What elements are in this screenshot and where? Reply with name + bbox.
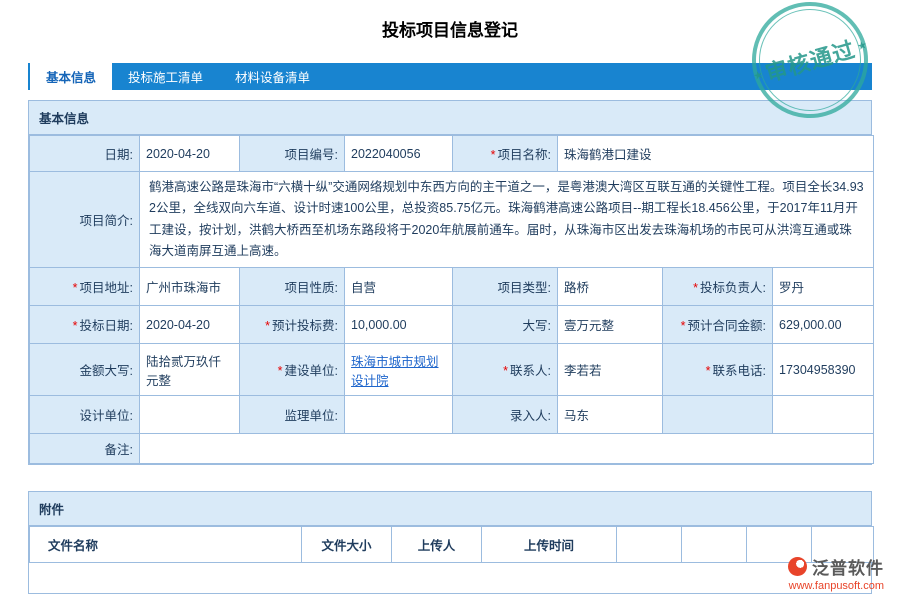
value-project-name: 珠海鹤港口建设: [558, 136, 874, 172]
label-project-nature: 项目性质:: [240, 268, 345, 306]
label-contact-phone: *联系电话:: [663, 344, 773, 396]
label-project-address: *项目地址:: [30, 268, 140, 306]
label-project-name: *项目名称:: [453, 136, 558, 172]
required-mark: *: [491, 148, 496, 162]
label-supervision-unit: 监理单位:: [240, 396, 345, 434]
value-project-summary: 鹤港高速公路是珠海市“六横十纵”交通网络规划中东西方向的主干道之一，是粤港澳大湾…: [140, 172, 874, 268]
label-fee-in-words: 大写:: [453, 306, 558, 344]
vendor-name: 泛普软件: [812, 554, 884, 579]
attachments-empty-row: [30, 563, 874, 593]
label-remark: 备注:: [30, 434, 140, 464]
value-date: 2020-04-20: [140, 136, 240, 172]
value-contact-person: 李若若: [558, 344, 663, 396]
attachments-table: 文件名称 文件大小 上传人 上传时间: [29, 526, 874, 593]
attach-header-file-size: 文件大小: [302, 527, 392, 563]
basic-info-section-title: 基本信息: [29, 101, 871, 135]
value-project-nature: 自营: [345, 268, 453, 306]
value-recorder: 马东: [558, 396, 663, 434]
attach-header-uploader: 上传人: [392, 527, 482, 563]
basic-info-panel: 基本信息 日期: 2020-04-20 项目编号: 2022040056 *项目…: [28, 100, 872, 465]
empty-label-cell: [663, 396, 773, 434]
value-bid-leader: 罗丹: [773, 268, 874, 306]
value-contact-phone: 17304958390: [773, 344, 874, 396]
label-project-no: 项目编号:: [240, 136, 345, 172]
attach-header-file-name: 文件名称: [30, 527, 302, 563]
label-bid-date: *投标日期:: [30, 306, 140, 344]
tab-bar: 基本信息 投标施工清单 材料设备清单: [28, 63, 872, 90]
basic-info-table: 日期: 2020-04-20 项目编号: 2022040056 *项目名称: 珠…: [29, 135, 874, 464]
required-mark: *: [73, 281, 78, 295]
value-bid-date: 2020-04-20: [140, 306, 240, 344]
label-design-unit: 设计单位:: [30, 396, 140, 434]
empty-value-cell: [773, 396, 874, 434]
tab-basic-info[interactable]: 基本信息: [30, 63, 112, 90]
label-construction-unit: *建设单位:: [240, 344, 345, 396]
tab-material-equipment-list[interactable]: 材料设备清单: [219, 63, 326, 90]
required-mark: *: [73, 319, 78, 333]
label-recorder: 录入人:: [453, 396, 558, 434]
required-mark: *: [706, 364, 711, 378]
label-bid-leader: *投标负责人:: [663, 268, 773, 306]
label-project-type: 项目类型:: [453, 268, 558, 306]
required-mark: *: [681, 319, 686, 333]
required-mark: *: [265, 319, 270, 333]
label-estimated-contract-amount: *预计合同金额:: [663, 306, 773, 344]
required-mark: *: [278, 364, 283, 378]
value-amount-in-words: 陆拾贰万玖仟元整: [140, 344, 240, 396]
value-remark: [140, 434, 874, 464]
attach-header-empty: [682, 527, 747, 563]
attach-header-empty: [617, 527, 682, 563]
required-mark: *: [693, 281, 698, 295]
value-estimated-contract-amount: 629,000.00: [773, 306, 874, 344]
label-project-summary: 项目简介:: [30, 172, 140, 268]
value-supervision-unit: [345, 396, 453, 434]
vendor-branding: 泛普软件 www.fanpusoft.com: [788, 554, 884, 592]
vendor-url[interactable]: www.fanpusoft.com: [788, 580, 884, 592]
label-contact-person: *联系人:: [453, 344, 558, 396]
value-project-type: 路桥: [558, 268, 663, 306]
fanpu-logo-icon: [788, 557, 807, 576]
label-amount-in-words: 金额大写:: [30, 344, 140, 396]
construction-unit-link[interactable]: 珠海市城市规划设计院: [351, 355, 439, 388]
label-date: 日期:: [30, 136, 140, 172]
label-estimated-bid-fee: *预计投标费:: [240, 306, 345, 344]
value-project-no: 2022040056: [345, 136, 453, 172]
attach-header-upload-time: 上传时间: [482, 527, 617, 563]
attachments-panel: 附件 文件名称 文件大小 上传人 上传时间: [28, 491, 872, 594]
value-project-address: 广州市珠海市: [140, 268, 240, 306]
attachments-section-title: 附件: [29, 492, 871, 526]
value-estimated-bid-fee: 10,000.00: [345, 306, 453, 344]
tab-bid-construction-list[interactable]: 投标施工清单: [112, 63, 219, 90]
value-fee-in-words: 壹万元整: [558, 306, 663, 344]
value-construction-unit: 珠海市城市规划设计院: [345, 344, 453, 396]
value-design-unit: [140, 396, 240, 434]
required-mark: *: [503, 364, 508, 378]
